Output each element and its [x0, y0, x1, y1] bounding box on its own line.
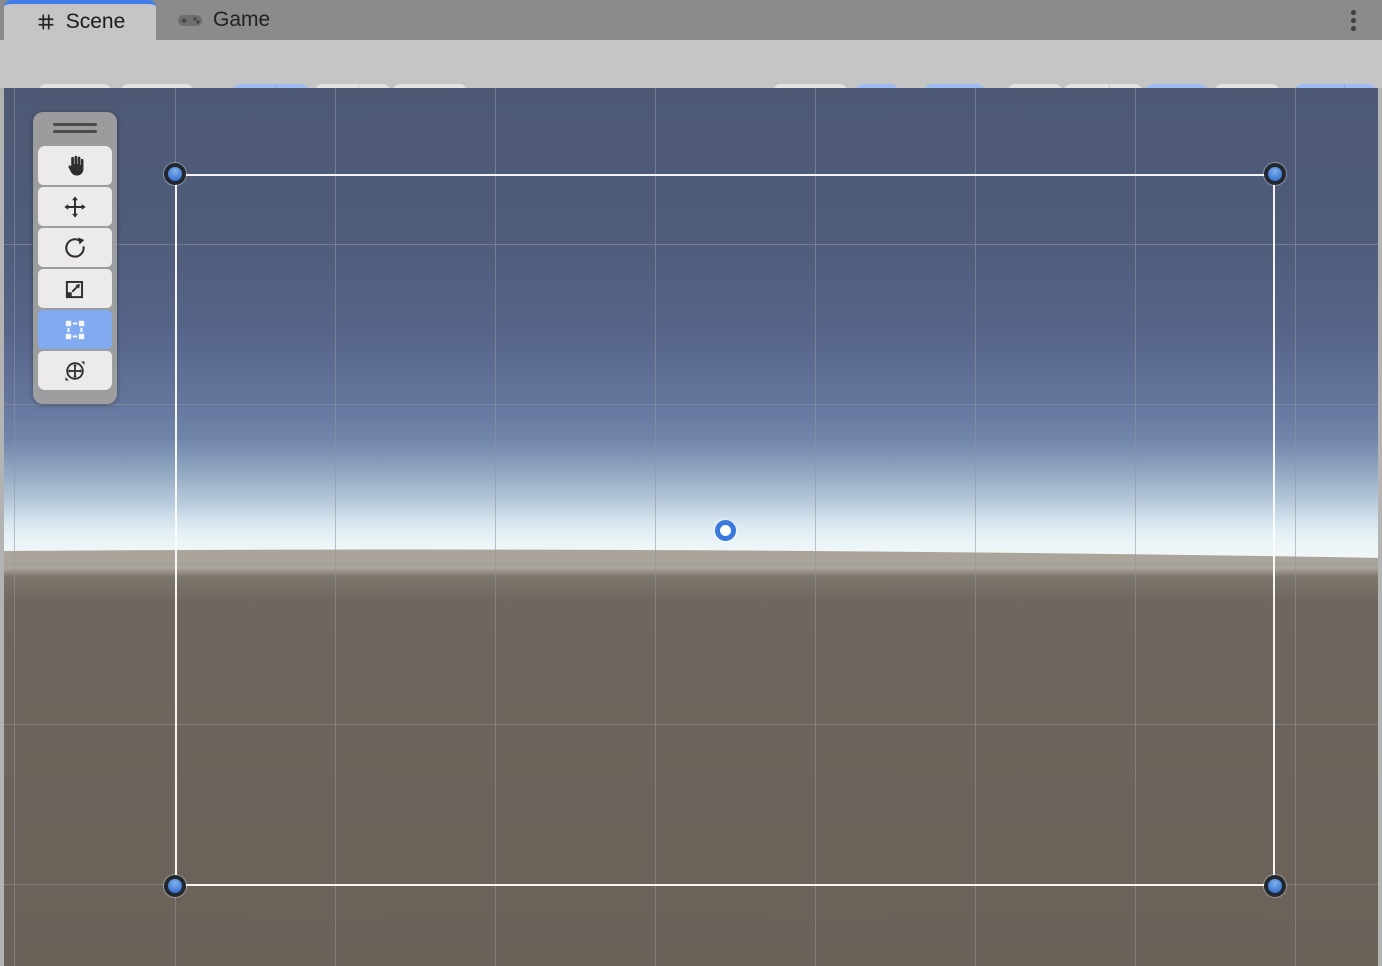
grid-line-vertical	[1295, 88, 1296, 966]
viewport-right-edge	[1378, 88, 1382, 966]
selection-corner-handle[interactable]	[1264, 875, 1286, 897]
overlay-grip-handle[interactable]	[53, 121, 97, 135]
move-tool-button[interactable]	[38, 187, 112, 226]
rect-tool-icon	[62, 317, 88, 343]
gamepad-icon	[176, 9, 204, 31]
tab-scene[interactable]: Scene	[4, 0, 156, 40]
scene-viewport[interactable]	[0, 88, 1382, 966]
tab-game-label: Game	[213, 8, 270, 32]
grid-line-vertical	[14, 88, 15, 966]
transform-tool-button[interactable]	[38, 351, 112, 390]
move-arrows-icon	[62, 194, 88, 220]
tools-overlay	[33, 112, 117, 404]
tab-bar: Scene Game	[0, 0, 1382, 40]
tab-game[interactable]: Game	[160, 0, 312, 40]
viewport-left-edge	[0, 88, 4, 966]
hand-icon	[62, 153, 88, 179]
transform-icon	[62, 358, 88, 384]
scale-icon	[62, 276, 88, 302]
rect-tool-button[interactable]	[38, 310, 112, 349]
selection-corner-handle[interactable]	[164, 875, 186, 897]
unity-scene-window: Scene Game	[0, 0, 1382, 966]
rotate-tool-button[interactable]	[38, 228, 112, 267]
scale-tool-button[interactable]	[38, 269, 112, 308]
view-hand-tool-button[interactable]	[38, 146, 112, 185]
tab-scene-label: Scene	[66, 10, 126, 34]
selection-pivot-handle[interactable]	[715, 520, 736, 541]
selection-corner-handle[interactable]	[164, 163, 186, 185]
grid-icon	[35, 11, 57, 33]
rotate-icon	[62, 235, 88, 261]
kebab-menu-icon[interactable]	[1342, 5, 1364, 35]
scene-toolbar: Y	[0, 40, 1382, 88]
selection-corner-handle[interactable]	[1264, 163, 1286, 185]
